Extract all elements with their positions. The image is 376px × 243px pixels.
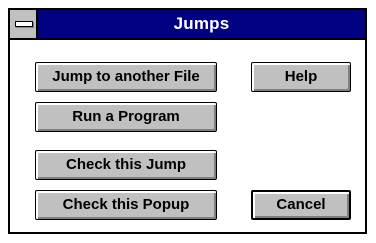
jump-to-another-file-button[interactable]: Jump to another File	[35, 62, 217, 92]
title-bar: Jumps	[10, 10, 365, 40]
window-title: Jumps	[173, 14, 230, 33]
help-button[interactable]: Help	[251, 62, 351, 92]
check-this-popup-button[interactable]: Check this Popup	[35, 190, 217, 220]
system-menu-icon	[15, 21, 33, 27]
check-this-jump-button[interactable]: Check this Jump	[35, 150, 217, 180]
system-menu-button[interactable]	[10, 10, 38, 38]
cancel-button[interactable]: Cancel	[251, 190, 351, 220]
jumps-dialog: Jumps Jump to another File Run a Program…	[8, 8, 367, 234]
run-a-program-button[interactable]: Run a Program	[35, 102, 217, 132]
